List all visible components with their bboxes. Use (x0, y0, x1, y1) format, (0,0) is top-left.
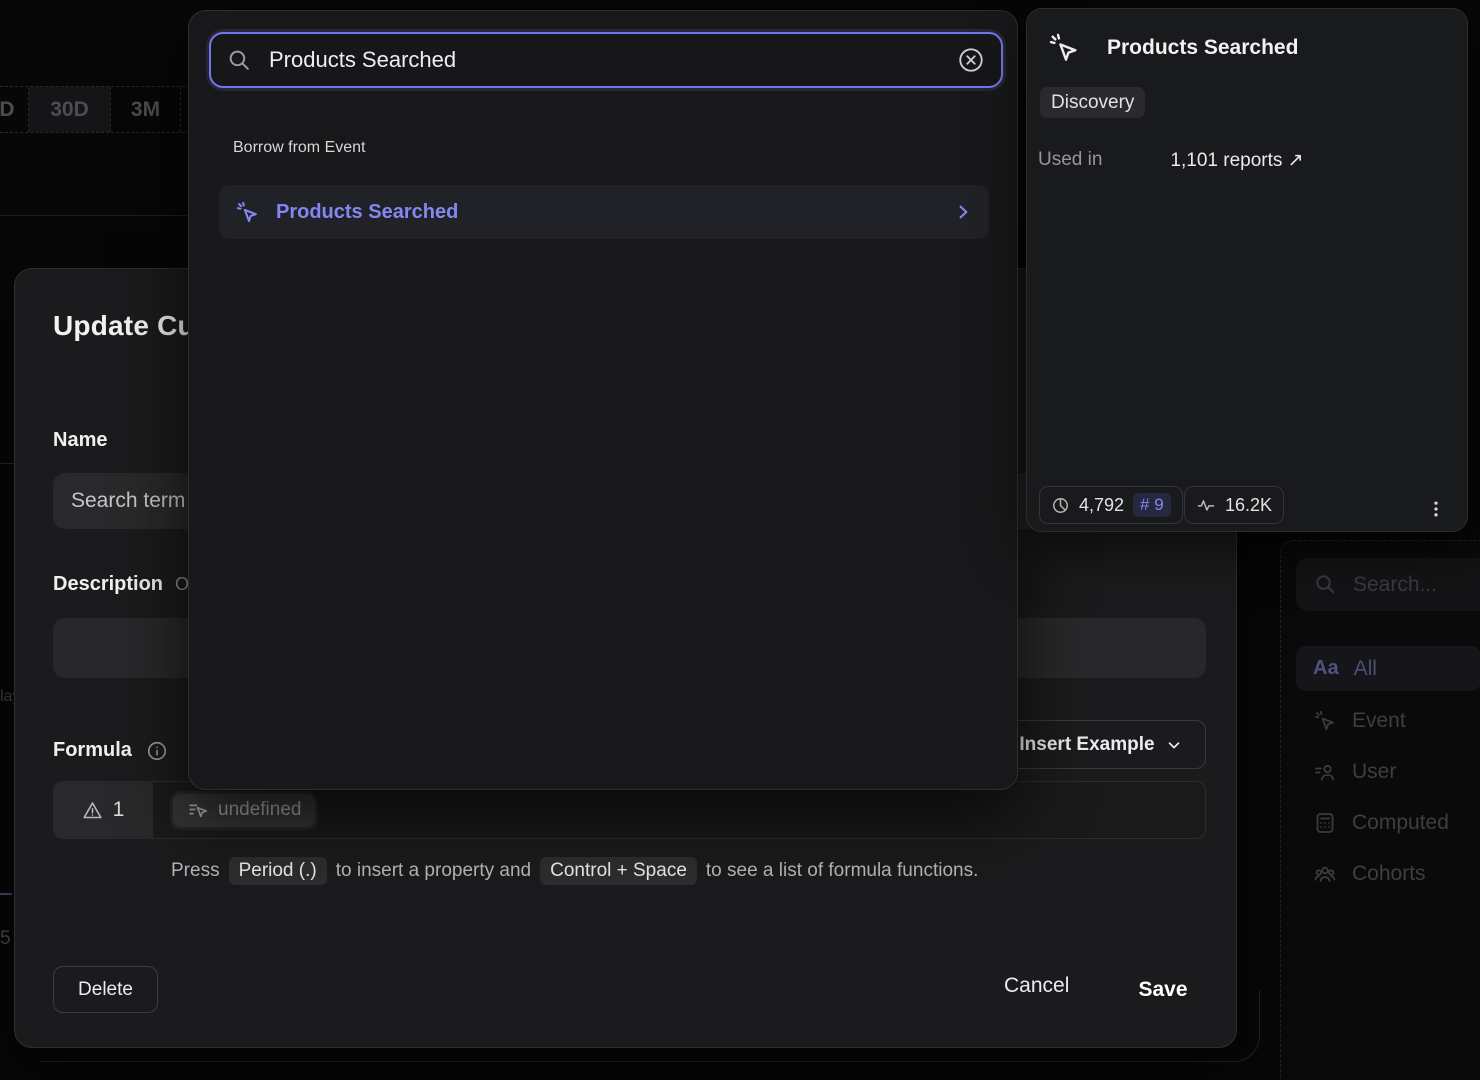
sidebar-item-label: All (1354, 657, 1377, 681)
rank-badge: # 9 (1133, 493, 1171, 517)
save-button[interactable]: Save (1120, 966, 1206, 1013)
property-search-overlay: Borrow from Event Products Searched (188, 10, 1018, 790)
sidebar-item-label: Event (1352, 709, 1406, 733)
hint-text: to insert a property and (336, 860, 531, 882)
error-count: 1 (113, 798, 125, 822)
chart-gridline-fragment (0, 463, 14, 464)
cursor-click-icon (1047, 31, 1081, 65)
sidebar-item-label: Cohorts (1352, 862, 1426, 886)
sidebar-item-label: User (1352, 760, 1396, 784)
formula-error-counter[interactable]: 1 (53, 781, 153, 839)
search-icon (227, 48, 252, 73)
property-type-sidebar: Aa All Event User Computed Cohorts (1280, 540, 1480, 1080)
sidebar-item-all[interactable]: Aa All (1296, 646, 1480, 691)
formula-hint: Press Period (.) to insert a property an… (171, 857, 978, 885)
hint-text: Press (171, 860, 220, 882)
used-in-row: Used in 1,101 reports ↗ (1038, 149, 1304, 172)
volume-count: 16.2K (1225, 495, 1272, 516)
insert-example-label: Insert Example (1019, 734, 1154, 756)
event-title: Products Searched (1107, 36, 1298, 60)
used-in-reports-link[interactable]: 1,101 reports ↗ (1170, 149, 1303, 172)
hint-text: to see a list of formula functions. (706, 860, 978, 882)
description-optional-hint: O (175, 574, 189, 595)
sidebar-search-field[interactable] (1296, 558, 1480, 611)
sidebar-item-cohorts[interactable]: Cohorts (1296, 851, 1480, 896)
cursor-click-icon (1313, 709, 1337, 733)
warning-icon (82, 800, 103, 821)
used-in-label: Used in (1038, 149, 1102, 172)
time-tab-partial[interactable]: D (0, 87, 28, 132)
formula-label: Formula (53, 739, 132, 762)
result-label: Products Searched (276, 201, 937, 224)
chevron-right-icon (953, 202, 973, 222)
user-list-icon (1313, 760, 1337, 784)
name-label: Name (53, 429, 107, 452)
borrow-from-event-header: Borrow from Event (233, 139, 365, 157)
chart-axis-label-fragment: 5 (0, 928, 11, 950)
formula-property-chip[interactable]: undefined (173, 794, 315, 827)
category-badge: Discovery (1040, 87, 1145, 118)
sidebar-item-user[interactable]: User (1296, 749, 1480, 794)
used-in-value: 1,101 reports (1170, 150, 1282, 171)
event-count-pill[interactable]: 4,792 # 9 (1039, 486, 1183, 524)
sidebar-search-input[interactable] (1353, 573, 1473, 597)
time-tab-3m[interactable]: 3M (111, 87, 180, 132)
text-type-icon: Aa (1313, 657, 1339, 680)
search-result-products-searched[interactable]: Products Searched (219, 185, 989, 239)
delete-button[interactable]: Delete (53, 966, 158, 1013)
clear-search-icon[interactable] (957, 46, 985, 74)
formula-chip-label: undefined (218, 799, 301, 821)
keyboard-shortcut-period: Period (.) (229, 857, 327, 885)
event-details-card: Products Searched Discovery Used in 1,10… (1026, 8, 1468, 532)
kebab-menu-icon[interactable] (1423, 490, 1449, 528)
cancel-button[interactable]: Cancel (1004, 974, 1069, 998)
background-divider (0, 215, 190, 216)
event-count: 4,792 (1079, 495, 1124, 516)
modal-title: Update Cu (53, 310, 195, 342)
property-search-field[interactable] (209, 32, 1003, 88)
chart-series-fragment (0, 893, 12, 895)
volume-pill[interactable]: 16.2K (1184, 486, 1284, 524)
card-header: Products Searched (1047, 31, 1298, 65)
chevron-down-icon (1165, 736, 1183, 754)
cursor-click-icon (235, 200, 260, 225)
app-screen: D 30D 3M lay 5 Aa All Event (0, 0, 1480, 1080)
sidebar-item-event[interactable]: Event (1296, 698, 1480, 743)
search-icon (1314, 573, 1337, 596)
time-range-selector: D 30D 3M (0, 86, 190, 133)
time-tab-30d[interactable]: 30D (29, 87, 110, 132)
description-label: Description (53, 573, 163, 596)
event-property-icon (187, 799, 209, 821)
insert-example-button[interactable]: Insert Example (996, 720, 1206, 769)
people-group-icon (1313, 862, 1337, 886)
pie-chart-icon (1051, 496, 1070, 515)
activity-icon (1196, 495, 1216, 515)
keyboard-shortcut-ctrl-space: Control + Space (540, 857, 697, 885)
sidebar-item-computed[interactable]: Computed (1296, 800, 1480, 845)
external-link-icon: ↗ (1288, 150, 1304, 171)
info-icon[interactable] (146, 740, 168, 762)
property-search-input[interactable] (269, 47, 940, 73)
sidebar-item-label: Computed (1352, 811, 1449, 835)
calculator-icon (1313, 811, 1337, 835)
divider (180, 87, 181, 132)
